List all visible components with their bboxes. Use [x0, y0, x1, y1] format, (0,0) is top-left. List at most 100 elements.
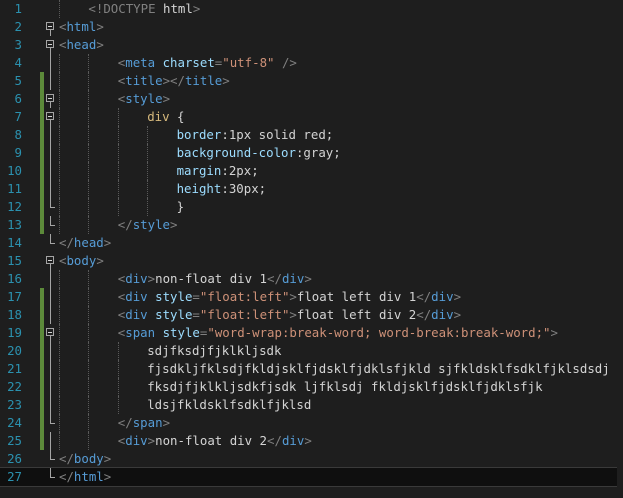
code-line[interactable]: 6 <style> — [0, 90, 623, 108]
fold-toggle-icon[interactable] — [46, 256, 54, 264]
code-line[interactable]: 4 <meta charset="utf-8" /> — [0, 54, 623, 72]
fold-toggle-icon[interactable] — [46, 112, 54, 120]
code-token: :2px; — [221, 163, 259, 178]
code-token: > — [192, 1, 201, 16]
code-token: = — [192, 289, 200, 304]
line-number: 21 — [7, 361, 22, 376]
code-line[interactable]: 9 background-color:gray; — [0, 144, 623, 162]
code-line[interactable]: 12} — [0, 198, 623, 216]
change-marker — [40, 288, 44, 306]
indent-guide — [88, 162, 90, 180]
code-token: margin — [176, 163, 222, 178]
line-number: 10 — [7, 163, 22, 178]
code-token: div — [281, 433, 305, 448]
code-token: html — [163, 1, 193, 16]
code-area[interactable]: 1 <!DOCTYPE html> 2 <html> 3 <head> 4 <meta cha… — [0, 0, 623, 498]
indent-guide — [88, 72, 90, 90]
code-editor[interactable]: 1 <!DOCTYPE html> 2 <html> 3 <head> 4 <meta cha… — [0, 0, 623, 498]
indent-guide — [88, 198, 90, 216]
indent-guide — [59, 0, 60, 18]
fold-toggle-icon[interactable] — [46, 22, 54, 30]
fold-outline — [50, 180, 51, 198]
indent-guide — [117, 144, 119, 162]
code-line[interactable]: 5 <title></title> — [0, 72, 623, 90]
vertical-scrollbar[interactable] — [617, 0, 623, 498]
code-line[interactable]: 22 fksdjfjklkljsdkfjsdk ljfklsdj fkldjskl… — [0, 378, 623, 396]
code-text: <span style="word-wrap:break-word; word-… — [118, 324, 558, 342]
change-marker — [40, 306, 44, 324]
code-line[interactable]: 16 <div>non-float div 1</div> — [0, 270, 623, 288]
code-token: > — [453, 307, 462, 322]
fold-outline — [50, 450, 51, 459]
indent-guide — [88, 108, 90, 126]
indent-guide — [88, 54, 90, 72]
code-token: head — [66, 37, 97, 52]
code-token: div — [431, 289, 454, 304]
code-token: </ — [267, 433, 282, 448]
code-line[interactable]: 21 fjsdkljfklsdjfkldjsklfjdsklfjdklsfjkld… — [0, 360, 623, 378]
indent-guide — [88, 360, 90, 378]
code-token: style — [155, 289, 193, 304]
indent-guide — [117, 378, 119, 396]
indent-guide — [117, 108, 119, 126]
code-token: body — [73, 451, 104, 466]
fold-toggle-icon[interactable] — [46, 94, 54, 102]
code-line[interactable]: 10 margin:2px; — [0, 162, 623, 180]
code-token: div — [125, 271, 148, 286]
fold-toggle-icon[interactable] — [46, 40, 54, 48]
code-token: = — [192, 307, 200, 322]
fold-outline — [50, 396, 51, 414]
code-line[interactable]: 1 <!DOCTYPE html> — [0, 0, 623, 18]
code-text: div { — [147, 108, 184, 126]
code-token: body — [66, 253, 97, 268]
fold-toggle-icon[interactable] — [46, 328, 54, 336]
code-line[interactable]: 11 height:30px; — [0, 180, 623, 198]
code-text: <div style="float:left">float left div 2… — [118, 306, 461, 324]
code-line[interactable]: 26 </body> — [0, 450, 623, 468]
code-token: div — [125, 289, 156, 304]
code-line[interactable]: 15 <body> — [0, 252, 623, 270]
code-line[interactable]: 3 <head> — [0, 36, 623, 54]
code-token: </ — [267, 271, 282, 286]
code-token: > — [103, 451, 112, 466]
code-token: ></ — [162, 73, 185, 88]
code-text: <div style="float:left">float left div 1… — [118, 288, 461, 306]
line-number: 26 — [7, 451, 22, 466]
code-token: background-color — [176, 145, 296, 160]
code-text: <body> — [59, 252, 104, 270]
indent-guide — [88, 414, 90, 432]
code-token: > — [289, 289, 297, 304]
line-number: 15 — [7, 253, 22, 268]
line-number: 13 — [7, 217, 22, 232]
code-line[interactable]: 18 <div style="float:left">float left div… — [0, 306, 623, 324]
code-token: > — [222, 73, 230, 88]
indent-guide — [88, 396, 90, 414]
code-token: > — [304, 271, 312, 286]
code-token: > — [147, 433, 156, 448]
code-line[interactable]: 17 <div style="float:left">float left div… — [0, 288, 623, 306]
code-line[interactable]: 8 border:1px solid red; — [0, 126, 623, 144]
code-line[interactable]: 27 </html> — [0, 467, 623, 487]
change-marker — [40, 162, 44, 180]
code-token: div — [125, 307, 156, 322]
fold-end-marker — [50, 423, 55, 424]
code-token: "float:left" — [199, 289, 290, 304]
code-text: <html> — [59, 18, 104, 36]
code-text: sdjfksdjfjklkljsdk — [147, 342, 281, 360]
code-token: "utf-8" — [222, 55, 275, 70]
code-line[interactable]: 2 <html> — [0, 18, 623, 36]
code-token: > — [103, 469, 112, 484]
code-line[interactable]: 14 </head> — [0, 234, 623, 252]
code-line[interactable]: 25 <div>non-float div 2</div> — [0, 432, 623, 450]
code-text: <meta charset="utf-8" /> — [118, 54, 297, 72]
code-line[interactable]: 24 </span> — [0, 414, 623, 432]
code-line[interactable]: 23 ldsjfkldsklfsdklfjklsd — [0, 396, 623, 414]
code-token: > — [453, 289, 462, 304]
indent-guide — [59, 288, 60, 306]
code-line[interactable]: 20 sdjfksdjfjklkljsdk — [0, 342, 623, 360]
code-line[interactable]: 7 div { — [0, 108, 623, 126]
code-token: non-float div 2 — [155, 433, 268, 448]
line-number: 24 — [7, 415, 22, 430]
code-line[interactable]: 19 <span style="word-wrap:break-word; wor… — [0, 324, 623, 342]
code-line[interactable]: 13 </style> — [0, 216, 623, 234]
